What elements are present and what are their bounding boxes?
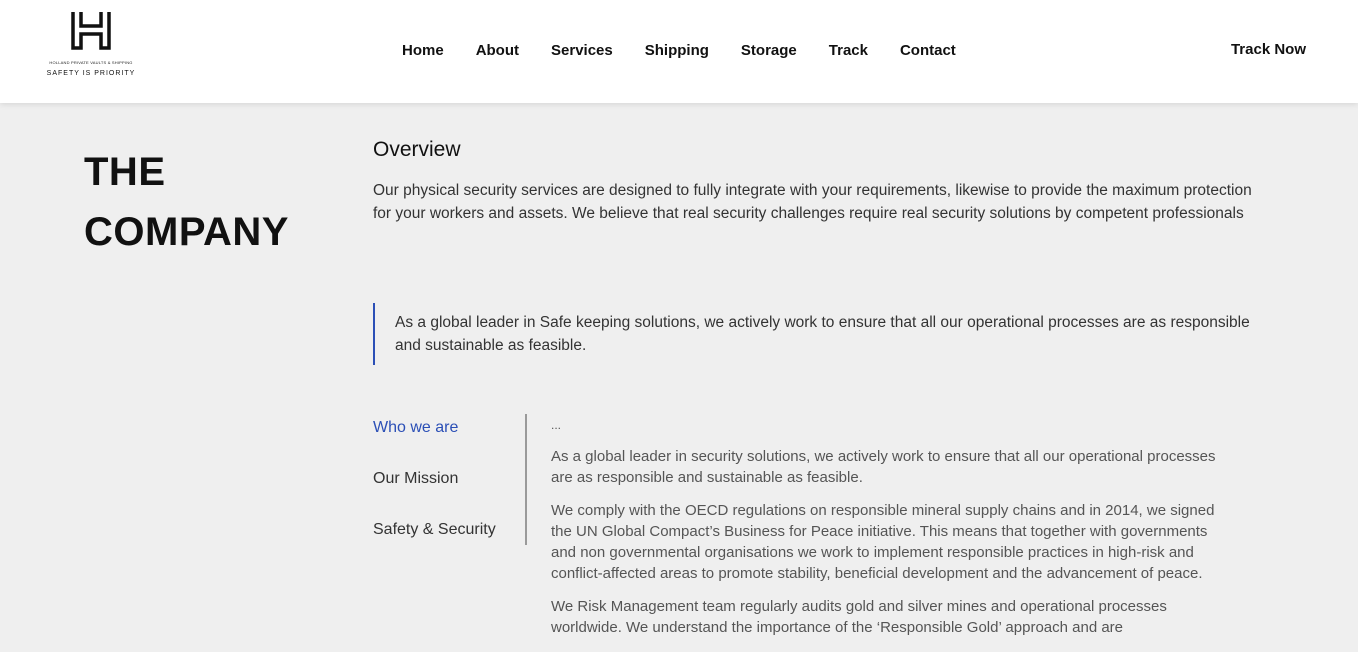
tab-our-mission[interactable]: Our Mission [373, 465, 525, 516]
overview-text: Our physical security services are desig… [373, 182, 1252, 222]
nav-services[interactable]: Services [551, 42, 613, 59]
tab-safety-security[interactable]: Safety & Security [373, 516, 525, 567]
tab-content-ellipsis: ... [551, 418, 562, 432]
nav-contact[interactable]: Contact [900, 42, 956, 59]
tab-list: Who we are Our Mission Safety & Security [373, 414, 525, 567]
tab-divider [525, 414, 527, 545]
tab-paragraph: We comply with the OECD regulations on r… [551, 502, 1215, 582]
page-title-line-1: THE [84, 150, 166, 194]
logo-tagline: SAFETY IS PRIORITY [46, 70, 136, 77]
main-nav: Home About Services Shipping Storage Tra… [402, 42, 956, 59]
tab-content: ... As a global leader in security solut… [551, 418, 1221, 650]
page-title-line-2: COMPANY [84, 210, 289, 254]
tab-paragraph: We Risk Management team regularly audits… [551, 598, 1167, 636]
nav-home[interactable]: Home [402, 42, 444, 59]
tab-who-we-are[interactable]: Who we are [373, 414, 525, 465]
overview-section: Overview Our physical security services … [373, 138, 1273, 225]
overview-heading: Overview [373, 138, 461, 161]
track-now-button[interactable]: Track Now [1231, 41, 1306, 58]
tab-paragraph: As a global leader in security solutions… [551, 448, 1216, 486]
nav-shipping[interactable]: Shipping [645, 42, 709, 59]
nav-about[interactable]: About [476, 42, 519, 59]
site-header: HOLLAND PRIVATE VAULTS & SHIPPING SAFETY… [0, 0, 1358, 103]
page-title: THE COMPANY [84, 142, 289, 262]
nav-track[interactable]: Track [829, 42, 868, 59]
quote-block: As a global leader in Safe keeping solut… [373, 303, 1253, 365]
logo-subtitle: HOLLAND PRIVATE VAULTS & SHIPPING [49, 60, 133, 65]
logo-h-icon [71, 12, 111, 50]
nav-storage[interactable]: Storage [741, 42, 797, 59]
logo[interactable]: HOLLAND PRIVATE VAULTS & SHIPPING SAFETY… [44, 10, 138, 88]
